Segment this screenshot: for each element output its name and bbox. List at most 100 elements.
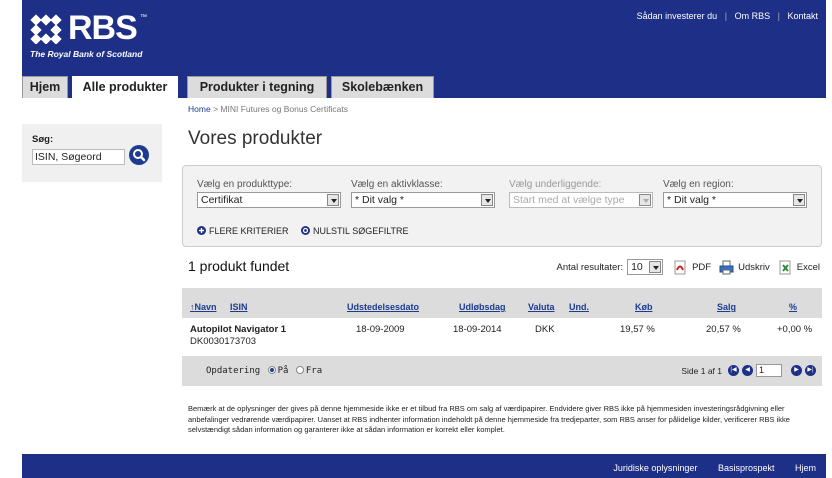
footer-link-prospectus[interactable]: Basisprospekt	[718, 463, 775, 473]
column-label: Navn	[194, 302, 217, 312]
column-underlying[interactable]: Und.	[569, 302, 589, 312]
tab-school-bench[interactable]: Skolebænken	[331, 76, 434, 98]
column-sell[interactable]: Salg	[717, 302, 736, 312]
pdf-icon	[674, 260, 686, 274]
results-count-heading: 1 produkt fundet	[188, 258, 290, 274]
column-buy[interactable]: Køb	[635, 302, 653, 312]
search-button[interactable]	[129, 145, 149, 165]
trademark: ™	[140, 14, 147, 21]
breadcrumb-separator: >	[213, 104, 219, 114]
page-info: Side 1 af 1	[681, 365, 722, 376]
prev-page-icon[interactable]: ◀	[742, 365, 753, 376]
top-link-contact[interactable]: Kontakt	[787, 11, 818, 21]
separator: |	[724, 11, 728, 21]
top-links: Sådan investerer du | Om RBS | Kontakt	[637, 11, 818, 21]
breadcrumb-current: MINI Futures og Bonus Certificats	[220, 104, 348, 114]
filter-underlying: Vælg underliggende: Start med at vælge t…	[509, 179, 653, 208]
tab-products-in-subscription[interactable]: Produkter i tegning	[187, 76, 327, 98]
footer-link-legal[interactable]: Juridiske oplysninger	[613, 463, 697, 473]
change-pct: +0,00 %	[777, 324, 813, 335]
last-page-icon[interactable]: ▶|	[805, 365, 816, 376]
buy-price: 19,57 %	[620, 324, 655, 335]
sell-price: 20,57 %	[706, 324, 741, 335]
select-value: Certifikat	[201, 194, 243, 206]
column-expiry[interactable]: Udløbsdag	[459, 302, 506, 312]
region-select[interactable]: * Dit valg *	[663, 192, 807, 208]
update-label: Opdatering	[206, 366, 261, 376]
tab-home[interactable]: Hjem	[22, 76, 68, 98]
update-off-radio[interactable]	[295, 366, 304, 374]
results-toolbar: Antal resultater: 10 PDF Udskriv Excel	[557, 259, 820, 275]
column-currency[interactable]: Valuta	[528, 302, 555, 312]
results-table: ↑Navn ISIN Udstedelsesdato Udløbsdag Val…	[182, 288, 822, 386]
asset-class-select[interactable]: * Dit valg *	[351, 192, 495, 208]
print-label: Udskriv	[738, 261, 770, 273]
excel-button[interactable]: Excel	[778, 260, 820, 275]
print-icon	[719, 260, 734, 274]
main-nav: Hjem Alle produkter Produkter i tegning …	[22, 68, 826, 98]
first-page-icon[interactable]: |◀	[728, 365, 739, 376]
reset-filters-button[interactable]: NULSTIL SØGEFILTRE	[301, 226, 409, 236]
update-on-radio[interactable]	[267, 366, 276, 374]
filter-label: Vælg underliggende:	[509, 179, 602, 190]
column-name[interactable]: ↑Navn	[190, 302, 217, 312]
more-criteria-label: FLERE KRITERIER	[209, 226, 289, 236]
filter-actions: FLERE KRITERIER NULSTIL SØGEFILTRE	[197, 226, 419, 236]
table-row[interactable]: Autopilot Navigator 1 DK0030173703 18-09…	[182, 318, 822, 356]
plus-icon	[197, 226, 206, 235]
rbs-daisy-logo-icon	[30, 14, 62, 44]
rbs-logo[interactable]: RBS ™ The Royal Bank of Scotland	[30, 10, 160, 62]
pdf-button[interactable]: PDF	[673, 260, 711, 275]
product-isin: DK0030173703	[190, 336, 257, 347]
reset-filters-label: NULSTIL SØGEFILTRE	[313, 226, 409, 236]
column-issue-date[interactable]: Udstedelsesdato	[347, 302, 419, 312]
filter-label: Vælg en region:	[663, 179, 734, 190]
filter-product-type: Vælg en produkttype: Certifikat	[197, 179, 341, 208]
chevron-down-icon	[639, 194, 651, 206]
search-input[interactable]	[32, 149, 125, 165]
footer-links: Juridiske oplysninger Basisprospekt Hjem	[595, 463, 816, 473]
footer-link-home[interactable]: Hjem	[795, 463, 816, 473]
more-criteria-button[interactable]: FLERE KRITERIER	[197, 226, 289, 236]
page-number-input[interactable]: 1	[756, 364, 782, 377]
select-value: 10	[631, 261, 643, 273]
filter-label: Vælg en produkttype:	[197, 179, 293, 190]
product-type-select[interactable]: Certifikat	[197, 192, 341, 208]
top-link-how-to-invest[interactable]: Sådan investerer du	[637, 11, 718, 21]
table-footer: Opdatering På Fra Side 1 af 1 |◀ ◀ 1 ▶ ▶…	[182, 356, 822, 386]
issue-date: 18-09-2009	[356, 324, 405, 335]
search-panel: Søg:	[22, 124, 162, 182]
chevron-down-icon	[649, 261, 662, 273]
select-value: Start med at vælge type	[513, 194, 625, 206]
pagination: Side 1 af 1 |◀ ◀ 1 ▶ ▶|	[681, 364, 816, 377]
breadcrumb: Home > MINI Futures og Bonus Certificats	[188, 104, 348, 114]
logo-text: RBS	[68, 9, 138, 47]
select-value: * Dit valg *	[667, 194, 717, 206]
expiry-date: 18-09-2014	[453, 324, 502, 335]
chevron-down-icon	[327, 194, 339, 206]
results-per-page-select[interactable]: 10	[627, 259, 664, 275]
site-header: RBS ™ The Royal Bank of Scotland Sådan i…	[22, 0, 826, 68]
filter-asset-class: Vælg en aktivklasse: * Dit valg *	[351, 179, 495, 208]
product-name[interactable]: Autopilot Navigator 1	[190, 324, 286, 335]
update-on-label: På	[277, 366, 289, 376]
column-change-pct[interactable]: %	[789, 302, 797, 312]
tab-all-products[interactable]: Alle produkter	[72, 76, 178, 98]
reset-icon	[301, 226, 311, 235]
next-page-icon[interactable]: ▶	[791, 365, 802, 376]
page-title: Vores produkter	[188, 128, 323, 149]
top-link-about[interactable]: Om RBS	[735, 11, 771, 21]
underlying-select[interactable]: Start med at vælge type	[509, 192, 653, 208]
update-toggle: Opdatering På Fra	[206, 366, 322, 376]
pdf-label: PDF	[692, 261, 712, 273]
excel-icon	[779, 260, 791, 274]
breadcrumb-home[interactable]: Home	[188, 104, 211, 114]
filter-label: Vælg en aktivklasse:	[351, 179, 443, 190]
column-isin[interactable]: ISIN	[230, 302, 248, 312]
filter-region: Vælg en region: * Dit valg *	[663, 179, 807, 208]
results-per-page-label: Antal resultater:	[556, 261, 624, 273]
select-value: * Dit valg *	[355, 194, 405, 206]
excel-label: Excel	[796, 261, 820, 273]
update-off-label: Fra	[305, 366, 323, 376]
print-button[interactable]: Udskriv	[719, 260, 770, 275]
